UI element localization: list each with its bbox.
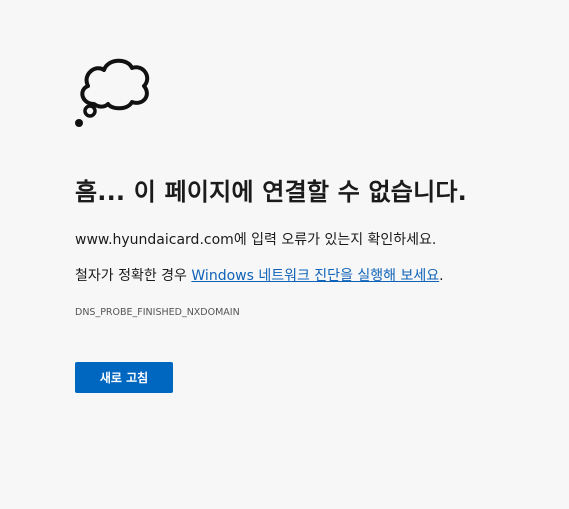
error-code: DNS_PROBE_FINISHED_NXDOMAIN xyxy=(75,307,240,318)
domain-name: www.hyundaicard.com xyxy=(75,232,234,248)
network-diagnostics-link[interactable]: Windows 네트워크 진단을 실행해 보세요 xyxy=(191,268,439,284)
check-typo-message: www.hyundaicard.com에 입력 오류가 있는지 확인하세요. xyxy=(75,229,436,249)
reload-button[interactable]: 새로 고침 xyxy=(75,362,173,393)
error-page: 흠... 이 페이지에 연결할 수 없습니다. www.hyundaicard.… xyxy=(0,0,569,509)
diagnostics-prefix: 철자가 정확한 경우 xyxy=(75,268,192,284)
diagnostics-message: 철자가 정확한 경우 Windows 네트워크 진단을 실행해 보세요. xyxy=(75,265,444,285)
check-typo-text: 에 입력 오류가 있는지 확인하세요. xyxy=(233,232,437,248)
thought-cloud-icon xyxy=(75,58,150,127)
page-title: 흠... 이 페이지에 연결할 수 없습니다. xyxy=(75,178,467,206)
diagnostics-suffix: . xyxy=(439,268,444,284)
